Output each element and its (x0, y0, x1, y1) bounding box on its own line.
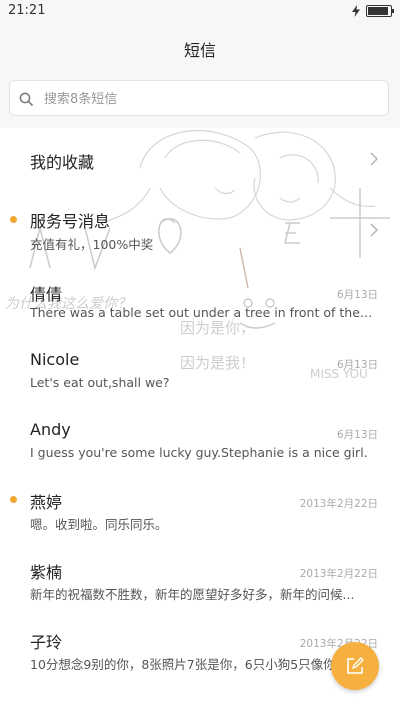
compose-button[interactable] (331, 642, 379, 690)
message-date: 2013年2月22日 (299, 568, 378, 580)
message-preview: There was a table set out under a tree i… (30, 305, 375, 320)
contact-name: 倩倩 (30, 285, 63, 304)
conversation-row[interactable]: 燕婷 2013年2月22日 嗯。收到啦。同乐同乐。 (0, 478, 400, 548)
status-time: 21:21 (8, 3, 46, 18)
search-bar[interactable] (9, 80, 389, 117)
conversation-row[interactable]: Nicole 6月13日 Let's eat out,shall we? (0, 338, 400, 408)
message-preview: Let's eat out,shall we? (30, 375, 170, 390)
contact-name: Andy (30, 420, 71, 439)
chevron-right-icon (370, 223, 378, 237)
contact-name: 燕婷 (30, 493, 63, 512)
search-input[interactable] (42, 81, 380, 117)
message-list[interactable]: 为什么我这么爱你？ 因为是你， 因为是我！ MISS YOU 我的收藏 服务号消… (0, 128, 400, 711)
message-date: 2013年2月22日 (299, 498, 378, 510)
contact-name: 子玲 (30, 633, 63, 652)
battery-fill (368, 7, 388, 15)
conversation-row[interactable]: 倩倩 6月13日 There was a table set out under… (0, 268, 400, 338)
service-label: 服务号消息 (30, 212, 111, 231)
contact-name: 紫楠 (30, 563, 63, 582)
conversation-row[interactable]: 紫楠 2013年2月22日 新年的祝福数不胜数，新年的愿望好多好多，新年的问候.… (0, 548, 400, 618)
message-preview: 10分想念9别的你，8张照片7张是你，6只小狗5只像你 (30, 657, 336, 672)
service-preview: 充值有礼，100%中奖 (30, 237, 154, 252)
favorites-row[interactable]: 我的收藏 (0, 128, 400, 198)
conversation-row[interactable]: Andy 6月13日 I guess you're some lucky guy… (0, 408, 400, 478)
search-icon (19, 92, 33, 106)
status-icons (352, 5, 394, 17)
unread-dot (10, 496, 17, 503)
message-date: 6月13日 (336, 359, 378, 371)
battery-icon (366, 5, 394, 17)
unread-dot (10, 216, 17, 223)
message-date: 6月13日 (336, 429, 378, 441)
favorites-label: 我的收藏 (30, 153, 95, 172)
message-preview: 嗯。收到啦。同乐同乐。 (30, 517, 168, 532)
compose-icon (347, 657, 364, 674)
page-title: 短信 (183, 41, 216, 60)
chevron-right-icon (370, 152, 378, 166)
status-bar: 21:21 (0, 0, 400, 24)
service-messages-row[interactable]: 服务号消息 充值有礼，100%中奖 (0, 198, 400, 268)
bolt-icon (352, 5, 360, 17)
contact-name: Nicole (30, 350, 80, 369)
message-preview: 新年的祝福数不胜数，新年的愿望好多好多，新年的问候... (30, 587, 355, 602)
message-date: 6月13日 (336, 289, 378, 301)
message-preview: I guess you're some lucky guy.Stephanie … (30, 445, 368, 460)
